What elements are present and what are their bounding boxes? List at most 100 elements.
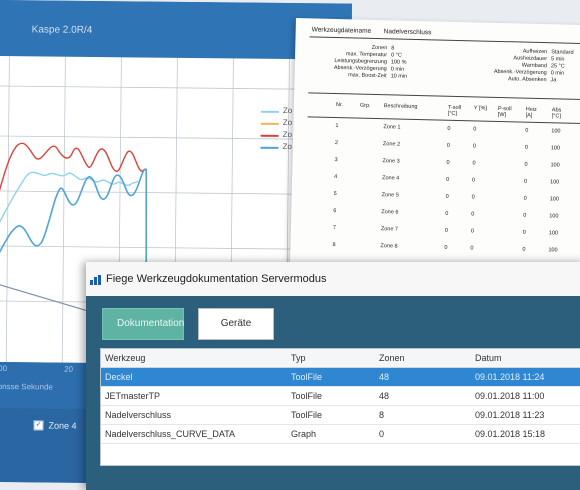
legend-label: Zo xyxy=(282,105,293,116)
cell-description: Zone 8 xyxy=(380,243,398,250)
cell-value: 0 xyxy=(523,178,528,185)
cell-value: 0 xyxy=(522,229,526,236)
cell-value: 0 xyxy=(445,210,449,217)
app-body: Dokumentation Geräte Werkzeug Typ Zonen … xyxy=(86,296,580,490)
cell-description: Zone 5 xyxy=(381,192,399,199)
app-titlebar[interactable]: Fiege Werkzeugdokumentation Servermodus xyxy=(86,262,580,297)
legend-swatch-orange xyxy=(260,122,279,125)
column-header: Abs [°C] xyxy=(551,107,562,120)
table-row[interactable]: JETmasterTP ToolFile 48 09.01.2018 11:00 xyxy=(101,387,580,406)
cell-value: 100 xyxy=(549,179,560,186)
x-tick-label: 20 xyxy=(64,364,74,374)
cell-value: 0 xyxy=(522,246,526,253)
cell-nr: 7 xyxy=(332,224,337,232)
x-axis-label: ionsse Sekunde xyxy=(0,381,53,392)
tool-files-grid: Werkzeug Typ Zonen Datum Deckel ToolFile… xyxy=(100,348,580,466)
cell-date: 09.01.2018 11:00 xyxy=(475,391,545,401)
params-left-values: 8 0 °C 100 % 0 min 10 min xyxy=(391,45,408,80)
cell-tool: Deckel xyxy=(105,372,133,382)
cell-tool: JETmasterTP xyxy=(105,391,161,401)
zone-4-label: Zone 4 xyxy=(48,420,77,431)
series-red-line xyxy=(0,142,145,197)
table-row[interactable]: Nadelverschluss ToolFile 8 09.01.2018 11… xyxy=(101,406,580,425)
cell-value: 0 xyxy=(446,159,450,166)
cell-nr: 8 xyxy=(332,241,336,249)
cell-nr: 1 xyxy=(335,122,339,130)
cell-description: Zone 3 xyxy=(382,158,400,165)
devices-button[interactable]: Geräte xyxy=(198,308,274,340)
table-row[interactable]: Deckel ToolFile 48 09.01.2018 11:24 xyxy=(101,368,580,387)
legend-label: Zo xyxy=(282,141,292,152)
column-header: Grp. xyxy=(359,102,371,109)
legend-label: Zo xyxy=(282,117,293,128)
cell-value: 0 xyxy=(472,143,477,150)
params-left-labels: Zonen max. Temperatur Leistungsbegrenzun… xyxy=(315,43,388,80)
cell-value: 0 xyxy=(444,227,448,234)
report-header-value: Nadelverschluss xyxy=(383,28,432,37)
cell-nr: 6 xyxy=(333,207,337,215)
cell-tool: Nadelverschluss_CURVE_DATA xyxy=(105,429,236,439)
grid-header: Werkzeug Typ Zonen Datum xyxy=(101,349,580,368)
chart-window-title: Kaspe 2.0R/4 xyxy=(31,24,93,36)
bar-chart-app-icon xyxy=(90,275,102,285)
report-header-label: Werkzeugdateiname xyxy=(311,26,372,35)
cell-nr: 2 xyxy=(334,139,339,147)
legend-swatch-red xyxy=(260,134,279,137)
cell-zones: 8 xyxy=(379,410,385,420)
column-header: T-soll [°C] xyxy=(447,104,462,117)
report-rows: 1 Zone 1 0 0 0 100 2 Zone 2 0 0 0 100 3 … xyxy=(304,118,580,261)
app-title: Fiege Werkzeugdokumentation Servermodus xyxy=(106,273,327,285)
cell-value: 0 xyxy=(445,193,449,200)
cell-description: Zone 7 xyxy=(380,226,399,233)
cell-value: 0 xyxy=(525,127,529,134)
column-header: Nr. xyxy=(335,102,343,109)
cell-zones: 48 xyxy=(379,391,390,401)
column-header-zones[interactable]: Zonen xyxy=(379,353,405,363)
legend-swatch-blue xyxy=(260,146,279,149)
params-right-labels: Aufheizen Ausheizdauer Warnband Absenk.-… xyxy=(458,47,548,84)
zone-4-toggle[interactable]: ✓ Zone 4 xyxy=(33,420,77,431)
column-header: Beschreibung xyxy=(383,103,418,110)
column-header-tool[interactable]: Werkzeug xyxy=(105,353,145,363)
cell-value: 0 xyxy=(447,125,451,132)
series-cyan-line xyxy=(0,171,139,227)
column-header-date[interactable]: Datum xyxy=(475,353,502,363)
param-label: max. Boost-Zeit xyxy=(348,72,387,80)
cell-description: Zone 2 xyxy=(382,141,401,148)
cell-description: Zone 6 xyxy=(381,209,399,216)
column-header: Y [%] xyxy=(473,105,487,112)
cell-value: 0 xyxy=(470,228,474,235)
report-params: Zonen max. Temperatur Leistungsbegrenzun… xyxy=(308,40,580,101)
documentation-button[interactable]: Dokumentation xyxy=(102,308,184,340)
cell-value: 0 xyxy=(473,126,477,133)
cell-value: 100 xyxy=(549,196,559,203)
cell-type: ToolFile xyxy=(291,391,323,401)
cell-value: 100 xyxy=(549,213,559,220)
cell-type: ToolFile xyxy=(291,410,323,420)
cell-value: 0 xyxy=(523,195,527,202)
zone-report-document: Werkzeugdateiname Nadelverschluss Zonen … xyxy=(289,18,580,276)
legend-label: Zo xyxy=(282,129,292,140)
cell-value: 100 xyxy=(548,247,558,254)
cell-value: 0 xyxy=(470,245,474,252)
fiege-app-window: Fiege Werkzeugdokumentation Servermodus … xyxy=(86,262,580,490)
cell-date: 09.01.2018 11:23 xyxy=(475,410,545,420)
cell-zones: 48 xyxy=(379,372,390,382)
cell-nr: 4 xyxy=(334,173,338,181)
params-right-values: Standard 5 min 25 °C 0 min Ja xyxy=(550,49,573,85)
cell-value: 100 xyxy=(551,128,561,135)
cell-value: 0 xyxy=(446,142,451,149)
cell-date: 09.01.2018 11:24 xyxy=(475,372,545,382)
cell-date: 09.01.2018 15:18 xyxy=(475,429,546,439)
cell-value: 100 xyxy=(550,145,561,152)
param-value: 10 min xyxy=(390,73,408,80)
cell-nr: 5 xyxy=(333,190,337,198)
cell-value: 0 xyxy=(524,161,528,168)
x-tick-label: 00 xyxy=(0,364,8,374)
cell-type: Graph xyxy=(291,429,317,439)
param-value: Ja xyxy=(550,77,557,84)
table-row[interactable]: Nadelverschluss_CURVE_DATA Graph 0 09.01… xyxy=(101,425,580,444)
checkbox-checked-icon[interactable]: ✓ xyxy=(33,420,44,431)
column-header-type[interactable]: Typ xyxy=(291,353,306,363)
cell-value: 0 xyxy=(524,144,529,151)
